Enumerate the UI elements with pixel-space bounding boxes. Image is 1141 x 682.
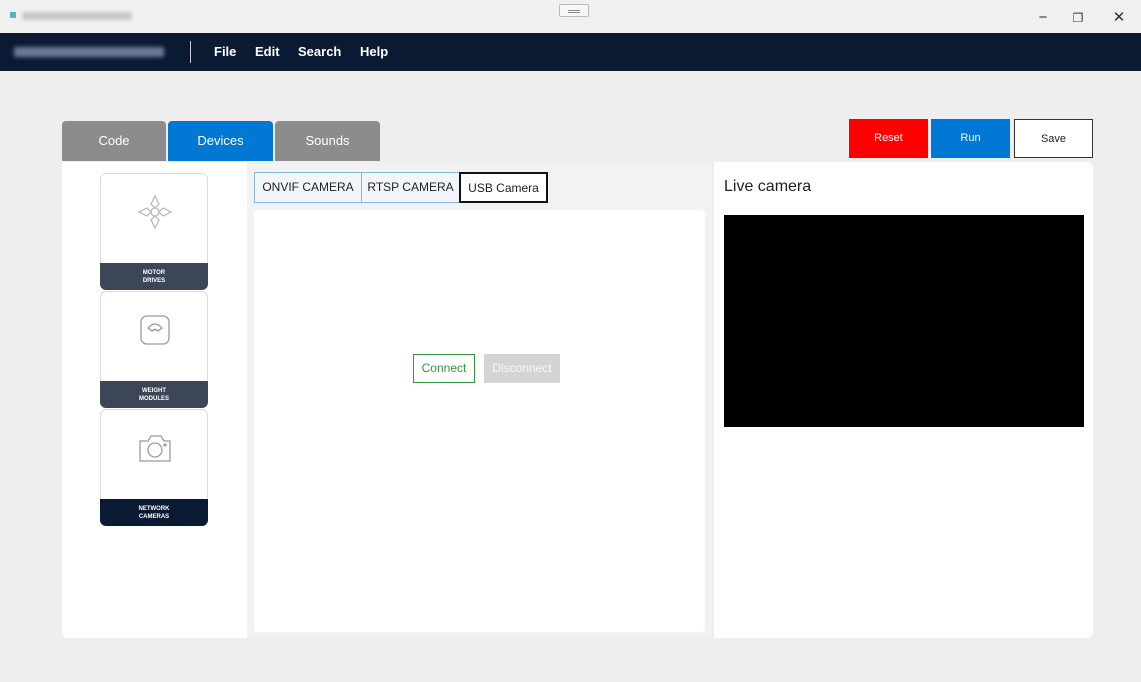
- live-camera-title: Live camera: [724, 178, 812, 195]
- minimize-button[interactable]: −: [1033, 8, 1053, 28]
- device-card-label: WEIGHT MODULES: [100, 381, 208, 408]
- tab-rtsp-camera[interactable]: RTSP CAMERA: [361, 172, 460, 203]
- connect-button[interactable]: Connect: [413, 354, 475, 383]
- menu-edit[interactable]: Edit: [255, 44, 280, 59]
- tab-devices[interactable]: Devices: [168, 121, 273, 161]
- reset-button[interactable]: Reset: [849, 119, 928, 158]
- disconnect-button: Disconnect: [484, 354, 560, 383]
- menu-search[interactable]: Search: [298, 44, 341, 59]
- device-card-label: NETWORK CAMERAS: [100, 499, 208, 526]
- close-button[interactable]: ✕: [1109, 8, 1129, 28]
- device-card-weight-modules[interactable]: WEIGHT MODULES: [100, 291, 208, 408]
- device-card-motor-drives[interactable]: MOTOR DRIVES: [100, 173, 208, 290]
- device-card-label: MOTOR DRIVES: [100, 263, 208, 290]
- tab-code[interactable]: Code: [62, 121, 166, 161]
- drag-handle[interactable]: [559, 4, 589, 17]
- live-video-feed: [724, 215, 1084, 427]
- menu-file[interactable]: File: [214, 44, 236, 59]
- save-button[interactable]: Save: [1014, 119, 1093, 158]
- device-category-panel: MOTOR DRIVES WEIGHT MODULES NETWORK CAME…: [62, 162, 247, 638]
- title-bar: − ❐ ✕: [0, 0, 1141, 33]
- motor-drive-icon: [135, 192, 175, 232]
- run-button[interactable]: Run: [931, 119, 1010, 158]
- window-title-redacted: [22, 12, 132, 20]
- tab-usb-camera[interactable]: USB Camera: [459, 172, 548, 203]
- camera-tab-content: [254, 210, 705, 632]
- menu-bar: File Edit Search Help: [0, 33, 1141, 71]
- weight-scale-icon: [135, 310, 175, 350]
- device-card-network-cameras[interactable]: NETWORK CAMERAS: [100, 409, 208, 526]
- tab-onvif-camera[interactable]: ONVIF CAMERA: [254, 172, 362, 203]
- menu-help[interactable]: Help: [360, 44, 388, 59]
- brand-logo-redacted: [14, 47, 164, 57]
- tab-sounds[interactable]: Sounds: [275, 121, 380, 161]
- restore-button[interactable]: ❐: [1068, 8, 1088, 28]
- camera-icon: [135, 428, 175, 468]
- app-icon: [10, 12, 16, 18]
- menu-separator: [190, 41, 191, 63]
